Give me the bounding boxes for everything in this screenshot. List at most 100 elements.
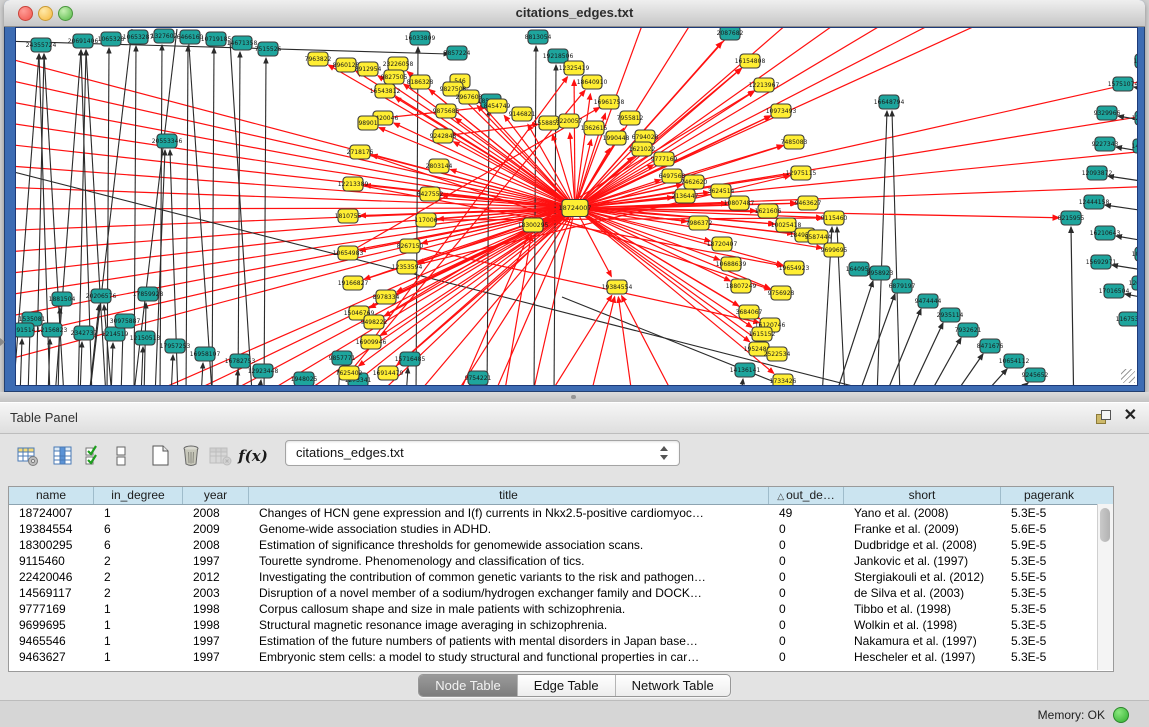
table-cell[interactable]: Estimation of significance thresholds fo… — [249, 537, 769, 553]
graph-node[interactable]: 8454749 — [484, 99, 511, 113]
graph-node[interactable]: 9875685 — [433, 104, 460, 118]
graph-node[interactable]: 1201035 — [1129, 276, 1137, 290]
window-titlebar[interactable]: citations_edges.txt — [4, 0, 1145, 27]
graph-node[interactable]: 7625402 — [336, 366, 363, 380]
table-cell[interactable]: Changes of HCN gene expression and I(f) … — [249, 505, 769, 521]
memory-ok-indicator[interactable] — [1113, 707, 1129, 723]
table-cell[interactable]: de Silva et al. (2003) — [844, 585, 1001, 601]
column-header-title[interactable]: title — [249, 487, 769, 504]
graph-node[interactable]: 16033809 — [405, 31, 436, 45]
graph-node[interactable]: 8958923 — [867, 266, 894, 280]
graph-node[interactable]: 16958107 — [190, 347, 221, 361]
graph-node[interactable]: 1072135 — [1132, 247, 1137, 261]
graph-node[interactable]: 2803144 — [426, 159, 453, 173]
graph-node[interactable]: 1621022 — [629, 142, 656, 156]
table-cell[interactable]: Hescheler et al. (1997) — [844, 649, 1001, 665]
table-cell[interactable]: 0 — [769, 553, 844, 569]
graph-node[interactable]: 10688639 — [716, 257, 747, 271]
table-cell[interactable]: 9699695 — [9, 617, 94, 633]
table-cell[interactable]: 14569117 — [9, 585, 94, 601]
graph-node[interactable]: 12444158 — [1079, 195, 1110, 209]
graph-node[interactable]: 9242848 — [430, 129, 457, 143]
column-header-pagerank[interactable]: pagerank — [1001, 487, 1097, 504]
graph-node[interactable]: 1990448 — [603, 131, 630, 145]
table-cell[interactable]: 5.3E-5 — [1001, 601, 1097, 617]
scrollbar-thumb[interactable] — [1100, 508, 1110, 542]
graph-node[interactable]: 6879197 — [889, 279, 916, 293]
table-cell[interactable]: 9463627 — [9, 649, 94, 665]
table-cell[interactable]: 5.3E-5 — [1001, 617, 1097, 633]
graph-node[interactable]: 16914479 — [373, 366, 404, 380]
graph-node[interactable]: 9587444 — [805, 230, 832, 244]
panel-splitter[interactable] — [0, 392, 1149, 402]
table-cell[interactable]: Corpus callosum shape and size in male p… — [249, 601, 769, 617]
graph-node[interactable]: 8427552 — [417, 187, 444, 201]
new-table-icon[interactable] — [148, 442, 174, 470]
graph-node[interactable]: 2522534 — [764, 347, 791, 361]
graph-node[interactable]: 2087682 — [717, 28, 744, 40]
graph-node[interactable]: 19654923 — [779, 261, 810, 275]
column-header-year[interactable]: year — [183, 487, 249, 504]
graph-node[interactable]: 3684067 — [736, 305, 763, 319]
table-cell[interactable]: 6 — [94, 537, 183, 553]
graph-node[interactable]: 9329966 — [1094, 106, 1121, 120]
graph-node[interactable]: 12213967 — [749, 78, 780, 92]
graph-node[interactable]: 15751074 — [1108, 77, 1137, 91]
graph-node[interactable]: 19166827 — [338, 276, 369, 290]
network-canvas[interactable]: 2435572420691406106532810653287132760264… — [15, 27, 1138, 386]
table-cell[interactable]: Franke et al. (2009) — [844, 521, 1001, 537]
graph-node[interactable]: 12975115 — [786, 166, 817, 180]
table-row[interactable]: 946554611997Estimation of the future num… — [9, 633, 1113, 649]
graph-node[interactable]: 1214519 — [102, 327, 129, 341]
graph-node[interactable]: 18724007 — [558, 200, 591, 217]
table-cell[interactable]: Tibbo et al. (1998) — [844, 601, 1001, 617]
graph-node[interactable]: 7857224 — [444, 46, 471, 60]
table-cell[interactable]: 2 — [94, 569, 183, 585]
graph-node[interactable]: 16961758 — [594, 95, 625, 109]
graph-node[interactable]: 7485083 — [781, 135, 808, 149]
table-row[interactable]: 1830029562008Estimation of significance … — [9, 537, 1113, 553]
table-cell[interactable]: 5.3E-5 — [1001, 553, 1097, 569]
table-cell[interactable]: 0 — [769, 521, 844, 537]
graph-node[interactable]: 20691406 — [68, 34, 99, 48]
graph-node[interactable]: 2718176 — [347, 145, 374, 159]
graph-node[interactable]: 9146821 — [509, 107, 536, 121]
graph-node[interactable]: 8220057 — [556, 114, 583, 128]
table-cell[interactable]: 5.9E-5 — [1001, 537, 1097, 553]
graph-node[interactable]: 9115460 — [821, 211, 848, 225]
table-selector-dropdown[interactable]: citations_edges.txt — [285, 440, 680, 466]
graph-node[interactable]: 9699695 — [821, 243, 848, 257]
graph-node[interactable]: 1621606 — [755, 204, 782, 218]
delete-rows-icon[interactable] — [178, 442, 204, 470]
table-cell[interactable]: 2 — [94, 553, 183, 569]
graph-node[interactable]: 9857771 — [329, 351, 356, 365]
table-cell[interactable]: Jankovic et al. (1997) — [844, 553, 1001, 569]
table-cell[interactable]: 1997 — [183, 553, 249, 569]
graph-node[interactable]: 12093872 — [1082, 166, 1113, 180]
table-cell[interactable]: 5.3E-5 — [1001, 633, 1097, 649]
table-cell[interactable]: 5.3E-5 — [1001, 649, 1097, 665]
graph-node[interactable]: 7932621 — [955, 323, 982, 337]
graph-node[interactable]: 8471676 — [977, 339, 1004, 353]
table-cell[interactable]: 2008 — [183, 537, 249, 553]
table-cell[interactable]: Stergiakouli et al. (2012) — [844, 569, 1001, 585]
graph-node[interactable]: 7986372 — [686, 216, 713, 230]
table-cell[interactable]: 5.3E-5 — [1001, 505, 1097, 521]
table-cell[interactable]: Dudbridge et al. (2008) — [844, 537, 1001, 553]
graph-node[interactable]: 9463627 — [795, 196, 822, 210]
graph-node[interactable]: 8186328 — [407, 75, 434, 89]
float-panel-icon[interactable] — [1096, 410, 1111, 425]
graph-node[interactable]: 391514 — [16, 323, 36, 337]
table-cell[interactable]: 1 — [94, 617, 183, 633]
table-cell[interactable]: 2009 — [183, 521, 249, 537]
graph-node[interactable]: 2967608 — [456, 90, 483, 104]
table-cell[interactable]: 2008 — [183, 505, 249, 521]
graph-node[interactable]: 12923448 — [248, 364, 279, 378]
select-all-rows-icon[interactable] — [82, 442, 108, 470]
graph-node[interactable]: 1948025 — [291, 372, 318, 385]
graph-node[interactable]: 1362615 — [581, 121, 608, 135]
graph-node[interactable]: 16648794 — [874, 95, 905, 109]
graph-node[interactable]: 7963822 — [305, 52, 332, 66]
graph-node[interactable]: 9498222 — [361, 315, 388, 329]
table-cell[interactable]: 1997 — [183, 633, 249, 649]
